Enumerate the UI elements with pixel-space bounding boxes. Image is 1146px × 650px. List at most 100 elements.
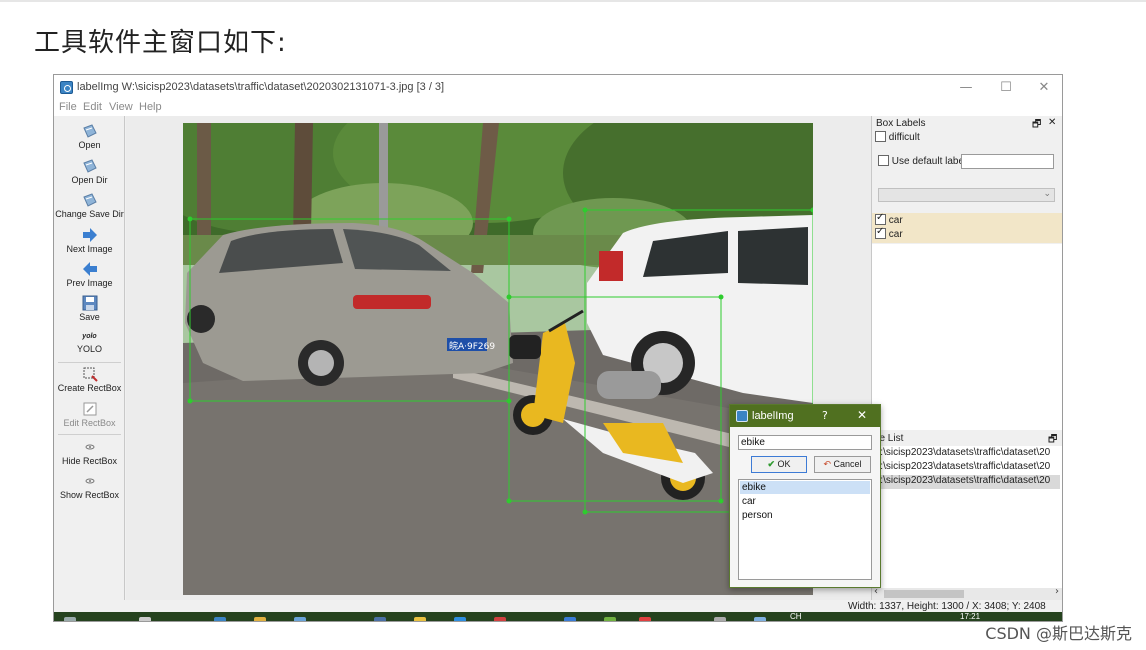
ok-label: OK (777, 459, 791, 469)
hide-rectbox-button[interactable]: Hide RectBox (54, 439, 125, 466)
ok-button[interactable]: ✔ OK (751, 456, 807, 473)
label-visible-checkbox[interactable] (875, 226, 886, 239)
maximize-button[interactable]: ☐ (990, 78, 1022, 98)
float-dock-icon[interactable]: 🗗 (1032, 117, 1041, 134)
input-language[interactable]: CH (790, 612, 802, 621)
toolbar-divider (58, 362, 121, 363)
menu-view[interactable]: View (109, 101, 133, 113)
horizontal-scrollbar[interactable]: ‹ › (872, 586, 1062, 600)
taskbar-app-icon[interactable] (754, 617, 766, 621)
taskbar-app-icon[interactable] (639, 617, 651, 621)
show-rectbox-button[interactable]: Show RectBox (54, 473, 125, 500)
eye-icon (85, 444, 94, 450)
difficult-checkbox-box[interactable] (875, 131, 886, 142)
minimize-button[interactable]: — (950, 78, 982, 98)
taskbar-app-icon[interactable] (414, 617, 426, 621)
label-option[interactable]: person (740, 509, 870, 522)
menu-edit[interactable]: Edit (83, 101, 102, 113)
taskbar-app-icon[interactable] (294, 617, 306, 621)
menu-help[interactable]: Help (139, 101, 162, 113)
label-input[interactable]: ebike (738, 435, 872, 450)
close-dock-icon[interactable]: ✕ (1048, 117, 1056, 128)
taskbar-app-icon[interactable] (374, 617, 386, 621)
license-plate: 皖A·9F269 (449, 340, 495, 352)
open-button[interactable]: Open (54, 123, 125, 150)
save-label: Save (79, 312, 100, 322)
file-list-item[interactable]: V:\sicisp2023\datasets\traffic\dataset\2… (874, 447, 1060, 461)
yolo-format-button[interactable]: yolo YOLO (54, 332, 125, 354)
label-option[interactable]: car (740, 495, 870, 508)
window-title: labelImg W:\sicisp2023\datasets\traffic\… (77, 81, 445, 93)
label-list-item[interactable]: car (875, 212, 1061, 228)
taskbar-app-icon[interactable] (494, 617, 506, 621)
edit-rectbox-button[interactable]: Edit RectBox (54, 401, 125, 428)
edit-rectbox-icon (83, 402, 96, 416)
photo-scene: 皖A·9F269 (183, 123, 813, 595)
open-dir-button[interactable]: Open Dir (54, 158, 125, 185)
default-label-input[interactable] (961, 154, 1054, 169)
label-visible-checkbox[interactable] (875, 212, 886, 225)
arrow-left-icon (82, 262, 97, 276)
arrow-right-icon (82, 228, 97, 242)
yolo-icon: yolo (82, 333, 97, 340)
label-list-item[interactable]: car (875, 226, 1061, 242)
page-heading: 工具软件主窗口如下: (34, 28, 287, 58)
close-window-button[interactable]: ✕ (1028, 78, 1060, 98)
taskbar-app-icon[interactable] (214, 617, 226, 621)
check-icon: ✔ (767, 459, 775, 469)
open-dir-icon (82, 159, 97, 173)
label-text: car (888, 229, 903, 240)
file-list-item[interactable]: V:\sicisp2023\datasets\traffic\dataset\2… (874, 461, 1060, 475)
difficult-label: difficult (888, 132, 920, 143)
prev-image-button[interactable]: Prev Image (54, 261, 125, 288)
cancel-button[interactable]: ↶ Cancel (814, 456, 871, 473)
taskbar-app-icon[interactable] (254, 617, 266, 621)
top-divider (0, 0, 1146, 2)
start-icon[interactable] (64, 617, 76, 621)
taskbar-app-icon[interactable] (604, 617, 616, 621)
save-button[interactable]: Save (54, 295, 125, 322)
help-icon[interactable]: ? (822, 409, 828, 422)
title-bar: labelImg W:\sicisp2023\datasets\traffic\… (54, 75, 1062, 100)
box-labels-title: Box Labels (876, 118, 926, 129)
open-icon (82, 124, 97, 138)
use-default-label-text: Use default label (891, 156, 967, 167)
taskbar-app-icon[interactable] (714, 617, 726, 621)
difficult-checkbox[interactable]: difficult (875, 131, 920, 143)
taskbar-app-icon[interactable] (139, 617, 151, 621)
file-list-item-selected[interactable]: V:\sicisp2023\datasets\traffic\dataset\2… (874, 475, 1060, 489)
menu-bar: File Edit View Help (54, 100, 1062, 116)
hide-rectbox-label: Hide RectBox (61, 456, 118, 466)
use-default-label-box[interactable] (878, 155, 889, 166)
change-save-dir-icon (82, 193, 97, 207)
scrollbar-thumb[interactable] (884, 590, 964, 598)
annotated-photo[interactable]: 皖A·9F269 (183, 123, 813, 595)
labelimg-app-icon (60, 81, 73, 94)
menu-file[interactable]: File (59, 101, 77, 113)
open-label: Open (78, 140, 101, 150)
taskbar-app-icon[interactable] (564, 617, 576, 621)
create-rectbox-icon (83, 367, 98, 382)
change-save-dir-label: Change Save Dir (55, 209, 124, 219)
next-image-label: Next Image (66, 244, 113, 254)
file-list: V:\sicisp2023\datasets\traffic\dataset\2… (872, 446, 1062, 588)
use-default-label-checkbox[interactable]: Use default label (878, 155, 966, 167)
label-list-empty-area (872, 244, 1062, 430)
label-dropdown[interactable]: ⌄ (878, 188, 1055, 202)
taskbar-clock[interactable]: 17:21 (960, 612, 980, 621)
status-bar: Width: 1337, Height: 1300 / X: 3408; Y: … (54, 600, 1062, 612)
taskbar-app-icon[interactable] (454, 617, 466, 621)
create-rectbox-button[interactable]: Create RectBox (54, 366, 125, 393)
show-rectbox-label: Show RectBox (59, 490, 120, 500)
cancel-label: Cancel (833, 459, 862, 469)
box-labels-dock: Box Labels 🗗 ✕ difficult Use default lab… (871, 116, 1062, 430)
yolo-label: YOLO (76, 344, 102, 354)
next-image-button[interactable]: Next Image (54, 227, 125, 254)
change-save-dir-button[interactable]: Change Save Dir (54, 192, 125, 219)
os-taskbar: CH 17:21 (54, 612, 1062, 621)
label-option[interactable]: ebike (740, 481, 870, 494)
scroll-right-icon[interactable]: › (1055, 586, 1059, 597)
label-dialog: labelImg ? ✕ ebike ✔ OK ↶ Cancel ebike c… (729, 404, 881, 588)
close-icon[interactable]: ✕ (857, 408, 867, 422)
label-text: car (888, 215, 903, 226)
